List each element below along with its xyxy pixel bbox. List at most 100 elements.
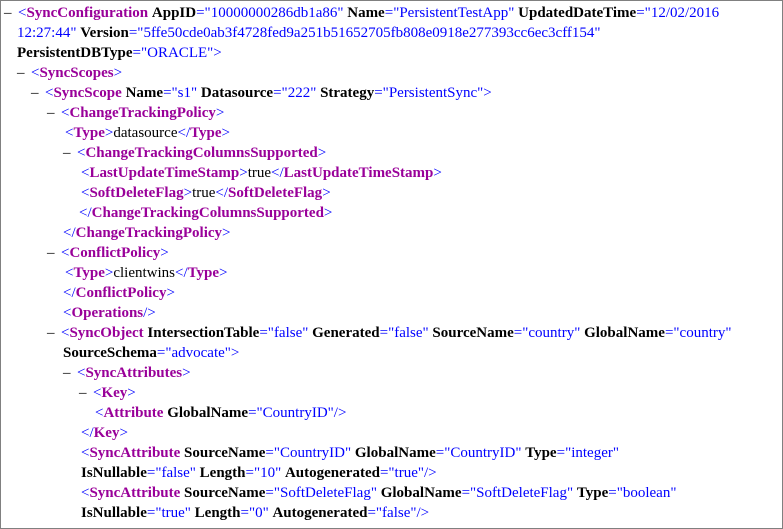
markup-punctuation: > (219, 265, 228, 281)
markup-punctuation: =" (132, 45, 148, 61)
element-name: Type (73, 265, 105, 281)
element-name: Key (101, 385, 128, 401)
attribute-value: false (273, 325, 303, 341)
xml-line: <Attribute GlobalName="CountryID"/> (95, 403, 346, 423)
attribute-name: Name (125, 85, 164, 101)
markup-punctuation: =" (240, 505, 256, 521)
markup-punctuation: =" (196, 5, 211, 21)
markup-punctuation: </ (63, 225, 76, 241)
element-name: SyncAttribute (89, 445, 181, 461)
attribute-value: false (382, 505, 411, 521)
attribute-name: Type (525, 445, 557, 461)
xml-line: IsNullable="false" Length="10" Autogener… (81, 463, 437, 483)
markup-punctuation: =" (636, 5, 651, 21)
attribute-name: Type (576, 485, 609, 501)
collapse-toggle[interactable]: – (63, 143, 77, 163)
markup-punctuation: "/> (327, 405, 347, 421)
markup-punctuation: > (166, 285, 175, 301)
attribute-value: SoftDeleteFlag (476, 485, 567, 501)
collapse-toggle[interactable]: – (47, 103, 61, 123)
markup-punctuation: =" (367, 505, 383, 521)
xml-line: – <SyncConfiguration AppID="10000000286db… (4, 3, 719, 23)
markup-punctuation: "/> (410, 505, 430, 521)
xml-line: IsNullable="true" Length="0" Autogenerat… (81, 503, 429, 523)
element-name: ConflictPolicy (75, 285, 167, 301)
attribute-name: Name (347, 5, 385, 21)
markup-punctuation: > (433, 165, 442, 181)
markup-punctuation: =" (163, 85, 178, 101)
attribute-name: Length (199, 465, 246, 481)
element-name: SyncConfiguration (26, 5, 149, 21)
markup-punctuation: > (221, 125, 230, 141)
attribute-value: false (394, 325, 423, 341)
markup-punctuation: " (189, 465, 196, 481)
attribute-name: IsNullable (81, 505, 147, 521)
attribute-name: IsNullable (81, 465, 147, 481)
collapse-toggle[interactable]: – (4, 3, 18, 23)
attribute-value: PersistentSync (388, 85, 478, 101)
markup-punctuation: > (323, 205, 333, 221)
element-name: LastUpdateTimeStamp (89, 165, 240, 181)
attribute-value: 5ffe50cde0ab3f4728fed9a251b51652705fb808… (143, 25, 595, 41)
element-name: SyncAttribute (89, 485, 181, 501)
element-name: Type (73, 125, 105, 141)
collapse-toggle[interactable]: – (79, 383, 93, 403)
attribute-value: 0 (255, 505, 263, 521)
attribute-name: SourceSchema (63, 345, 157, 361)
markup-punctuation: =" (273, 85, 288, 101)
markup-punctuation: =" (265, 445, 281, 461)
markup-punctuation: =" (128, 25, 144, 41)
xml-line: <SoftDeleteFlag>true</SoftDeleteFlag> (81, 183, 331, 203)
attribute-value: ORACLE (147, 45, 208, 61)
attribute-name: Autogenerated (272, 505, 368, 521)
markup-punctuation: =" (245, 465, 261, 481)
element-name: Type (187, 265, 220, 281)
markup-punctuation: "> (207, 45, 222, 61)
markup-punctuation: </ (271, 165, 284, 181)
xml-line: SourceSchema="advocate"> (63, 343, 239, 363)
element-name: Type (190, 125, 222, 141)
attribute-name: GlobalName (380, 485, 462, 501)
attribute-name: GlobalName (584, 325, 665, 341)
markup-punctuation: =" (461, 485, 477, 501)
element-name: ChangeTrackingColumnsSupported (91, 205, 324, 221)
markup-punctuation: =" (156, 345, 172, 361)
attribute-value: 12/02/2016 (650, 5, 720, 21)
collapse-toggle[interactable]: – (47, 323, 61, 343)
markup-punctuation: =" (608, 485, 623, 501)
element-name: Attribute (103, 405, 164, 421)
xml-line: <Type>datasource</Type> (65, 123, 230, 143)
xml-line: <LastUpdateTimeStamp>true</LastUpdateTim… (81, 163, 442, 183)
xml-line: </ChangeTrackingColumnsSupported> (79, 203, 332, 223)
attribute-value: true (394, 465, 418, 481)
attribute-value: SoftDeleteFlag (280, 485, 371, 501)
xml-line: – <ChangeTrackingColumnsSupported> (63, 143, 326, 163)
markup-punctuation: "> (477, 85, 492, 101)
markup-punctuation: =" (146, 505, 162, 521)
xml-line: PersistentDBType="ORACLE"> (17, 43, 222, 63)
markup-punctuation: =" (664, 325, 680, 341)
attribute-value: CountryID (450, 445, 516, 461)
markup-punctuation: =" (384, 5, 400, 21)
markup-punctuation: </ (63, 285, 76, 301)
attribute-value: 12:27:44 (17, 25, 71, 41)
attribute-name: GlobalName (167, 405, 249, 421)
element-name: SoftDeleteFlag (89, 185, 184, 201)
markup-punctuation: " (184, 505, 191, 521)
collapse-toggle[interactable]: – (17, 63, 31, 83)
markup-punctuation: > (127, 385, 136, 401)
collapse-toggle[interactable]: – (47, 243, 61, 263)
markup-punctuation: =" (435, 445, 451, 461)
markup-punctuation: </ (175, 265, 188, 281)
markup-punctuation: > (222, 225, 231, 241)
attribute-value: s1 (177, 85, 191, 101)
attribute-value: advocate (171, 345, 225, 361)
collapse-toggle[interactable]: – (31, 83, 45, 103)
collapse-toggle[interactable]: – (63, 363, 77, 383)
markup-punctuation: =" (146, 465, 162, 481)
element-name: SyncScopes (39, 65, 114, 81)
markup-punctuation: > (182, 365, 191, 381)
markup-punctuation: " (725, 325, 732, 341)
markup-punctuation: > (183, 185, 193, 201)
markup-punctuation: " (594, 25, 601, 41)
